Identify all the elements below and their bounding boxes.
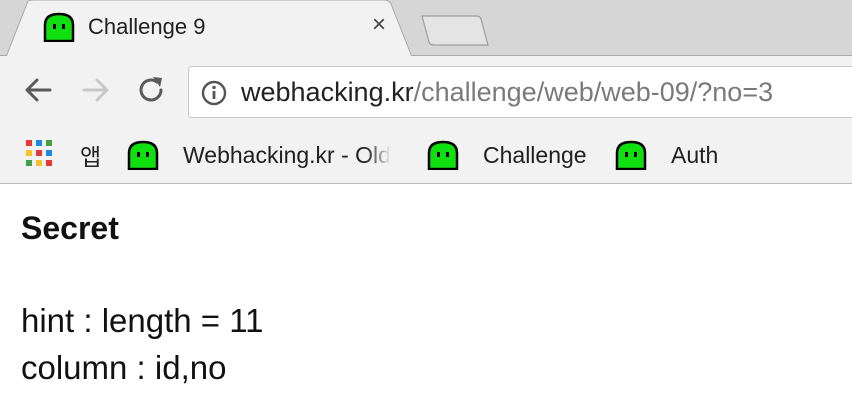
reload-icon[interactable] (133, 72, 169, 108)
bookmark-apps[interactable]: 앱 (80, 138, 101, 172)
toolbar: webhacking.kr/challenge/web/web-09/?no=3 (0, 56, 852, 128)
tab-close-icon[interactable]: × (366, 12, 392, 38)
bookmark-webhacking-old[interactable]: Webhacking.kr - Old (126, 138, 391, 172)
back-arrow-icon[interactable] (20, 72, 56, 108)
tab-challenge-9[interactable]: Challenge 9 × (6, 0, 414, 57)
ghost-favicon-icon (42, 12, 76, 47)
forward-arrow-icon[interactable] (78, 72, 114, 108)
apps-grid-icon[interactable] (26, 140, 52, 166)
bookmark-label: Challenge (483, 141, 587, 168)
page-heading: Secret (21, 210, 119, 246)
info-icon[interactable] (201, 80, 227, 106)
url-text[interactable]: webhacking.kr/challenge/web/web-09/?no=3 (241, 77, 773, 108)
url-path: /challenge/web/web-09/?no=3 (413, 77, 774, 107)
ghost-favicon-icon (427, 140, 459, 170)
bookmarks-bar: 앱 Webhacking.kr - Old Challenge Auth (0, 128, 852, 184)
tab-strip: Challenge 9 × (0, 0, 852, 57)
bookmark-label: 앱 (80, 144, 102, 170)
address-bar[interactable]: webhacking.kr/challenge/web/web-09/?no=3 (188, 66, 852, 118)
bookmark-challenge[interactable]: Challenge (426, 138, 587, 172)
hint-text: hint : length = 11 (21, 302, 264, 339)
bookmark-auth[interactable]: Auth (614, 138, 718, 172)
bookmark-label: Webhacking.kr - Old (183, 141, 391, 168)
tab-title: Challenge 9 (88, 14, 206, 39)
url-host: webhacking.kr (241, 77, 414, 107)
column-text: column : id,no (21, 349, 227, 386)
bookmark-label: Auth (671, 141, 719, 168)
new-tab-button[interactable] (420, 12, 490, 48)
page-content: Secret hint : length = 11 column : id,no (0, 184, 852, 406)
ghost-favicon-icon (615, 140, 647, 170)
ghost-favicon-icon (127, 140, 159, 170)
